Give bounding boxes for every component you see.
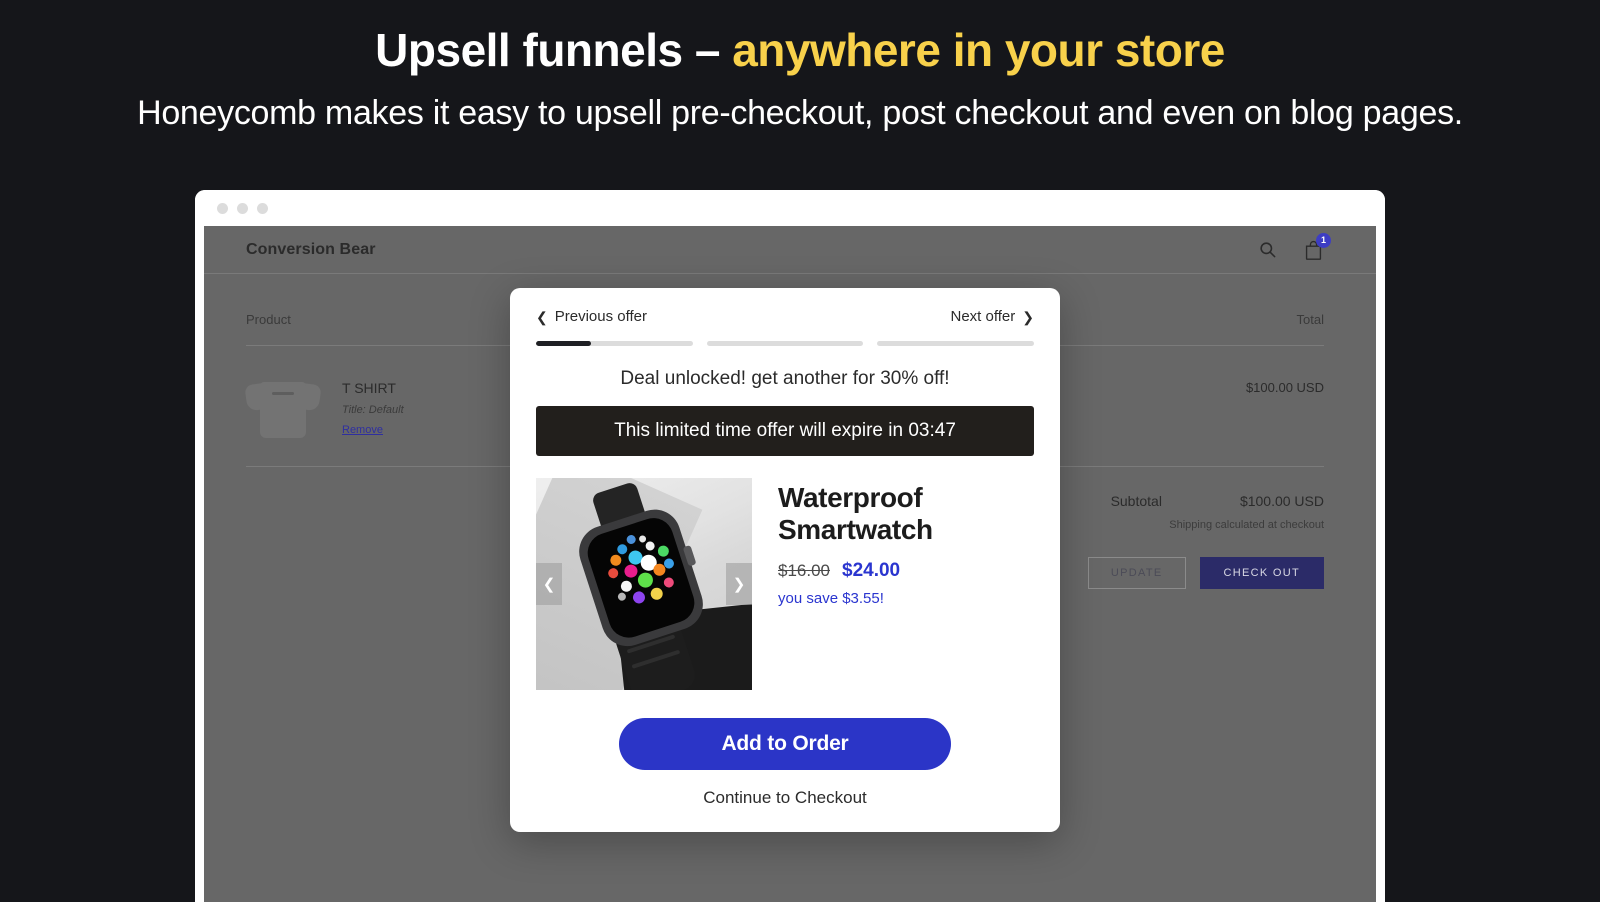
subtotal-label: Subtotal (1110, 493, 1162, 509)
savings-text: you save $3.55! (778, 589, 884, 607)
cart-count-badge: 1 (1316, 232, 1331, 248)
offer-progress-bar (536, 341, 1035, 346)
cart-item-line-total: $100.00 USD (1245, 380, 1324, 395)
store-header: Conversion Bear 1 (204, 226, 1376, 274)
page-title: Upsell funnels – anywhere in your store (0, 24, 1600, 77)
update-cart-button[interactable]: UPDATE (1087, 557, 1186, 589)
continue-to-checkout-link[interactable]: Continue to Checkout (536, 788, 1034, 808)
offer-price-row: $16.00 $24.00 (778, 560, 998, 582)
carousel-prev-button[interactable]: ❮ (536, 563, 562, 605)
product-image-carousel: ❮ ❯ (536, 478, 752, 690)
checkout-button[interactable]: CHECK OUT (1199, 557, 1324, 589)
chevron-left-icon: ❮ (536, 308, 548, 325)
window-close-dot[interactable] (217, 202, 228, 214)
modal-offer-nav: ❮ Previous offer Next offer ❯ (536, 308, 1034, 325)
page-subtitle: Honeycomb makes it easy to upsell pre-ch… (137, 93, 1463, 132)
offer-product-title: Waterproof Smartwatch (778, 482, 933, 545)
previous-offer-label: Previous offer (554, 308, 648, 325)
window-maximize-dot[interactable] (257, 202, 268, 214)
subtotal-value: $100.00 USD (1239, 493, 1324, 509)
next-offer-button[interactable]: Next offer ❯ (951, 308, 1035, 325)
offer-body: ❮ ❯ Waterproof Smartwatch $16.00 $24.00 … (536, 478, 1034, 690)
upsell-modal: ❮ Previous offer Next offer ❯ Deal unloc… (510, 288, 1060, 832)
cart-item-title: T SHIRT (342, 380, 396, 396)
original-price: $16.00 (778, 560, 830, 580)
page-title-plain: Upsell funnels – (375, 24, 733, 76)
cart-item-info: T SHIRT Title: Default Remove (342, 376, 404, 440)
discounted-price: $24.00 (842, 559, 901, 581)
progress-segment (877, 341, 1035, 346)
window-minimize-dot[interactable] (237, 202, 248, 214)
tshirt-product-thumbnail (244, 376, 322, 440)
shopping-bag-icon[interactable]: 1 (1302, 232, 1331, 262)
progress-segment (706, 341, 864, 346)
column-header-total: Total (1296, 312, 1324, 327)
countdown-timer-banner: This limited time offer will expire in 0… (536, 406, 1034, 456)
carousel-next-button[interactable]: ❯ (726, 563, 752, 605)
deal-unlocked-text: Deal unlocked! get another for 30% off! (620, 368, 950, 389)
progress-segment (536, 341, 693, 346)
hero-section: Upsell funnels – anywhere in your store … (0, 0, 1600, 134)
page-title-accent: anywhere in your store (732, 24, 1225, 76)
store-name: Conversion Bear (246, 240, 376, 258)
add-to-order-button[interactable]: Add to Order (619, 718, 951, 770)
previous-offer-button[interactable]: ❮ Previous offer (536, 308, 647, 325)
column-header-product: Product (246, 312, 291, 327)
chevron-right-icon: ❯ (1022, 308, 1034, 325)
browser-titlebar (195, 190, 1385, 226)
search-icon[interactable] (1256, 238, 1278, 262)
store-header-icons: 1 (1256, 232, 1331, 262)
offer-details: Waterproof Smartwatch $16.00 $24.00 you … (778, 478, 998, 690)
next-offer-label: Next offer (950, 308, 1016, 325)
cart-item-variant: Title: Default (342, 404, 404, 416)
remove-item-link[interactable]: Remove (342, 424, 404, 436)
